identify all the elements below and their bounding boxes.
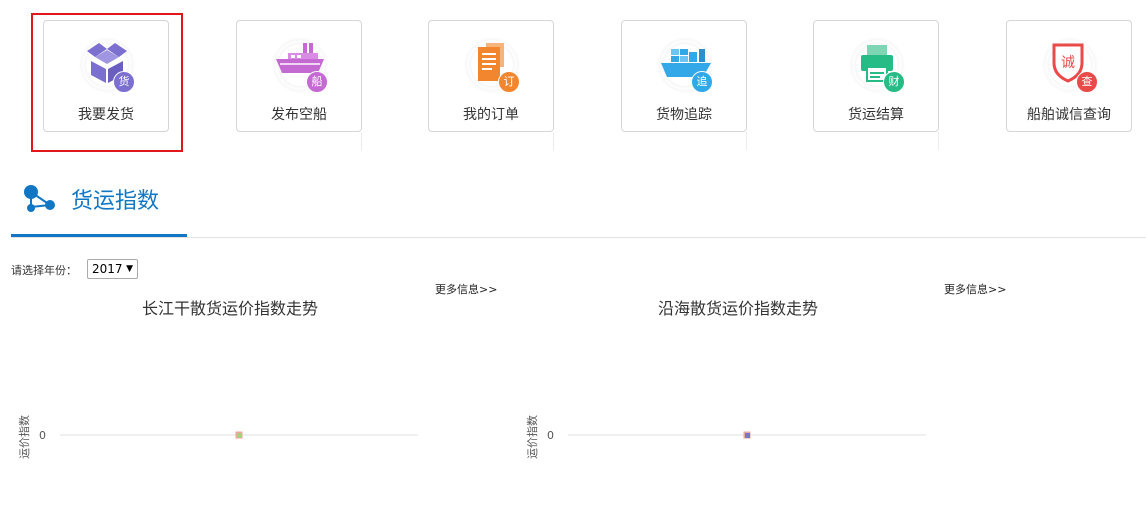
tile-badge: 查 <box>1076 71 1098 93</box>
dropdown-arrow-icon: ▼ <box>126 264 133 274</box>
year-select[interactable]: 2017 ▼ <box>87 259 138 279</box>
tile-publish-empty-ship[interactable]: 船 发布空船 <box>236 20 362 132</box>
tile-badge: 财 <box>883 71 905 93</box>
tile-badge: 订 <box>498 71 520 93</box>
tile-label: 发布空船 <box>271 107 327 123</box>
tile-freight-settlement[interactable]: 财 货运结算 <box>813 20 939 132</box>
shield-search-icon: 诚 查 <box>1042 37 1098 93</box>
y-tick-label: 0 <box>39 429 46 442</box>
cargo-ship-icon: 追 <box>657 37 713 93</box>
tile-ship-credit-query[interactable]: 诚 查 船舶诚信查询 <box>1006 20 1132 132</box>
tile-my-orders[interactable]: 订 我的订单 <box>428 20 554 132</box>
chart-plot: 运价指数 0 <box>525 415 926 459</box>
svg-text:诚: 诚 <box>1061 55 1075 71</box>
data-point-inner <box>237 433 242 438</box>
tile-cargo-tracking[interactable]: 追 货物追踪 <box>621 20 747 132</box>
year-filter-label: 请选择年份： <box>11 264 77 277</box>
tile-label: 船舶诚信查询 <box>1027 107 1111 123</box>
section-tab-underline <box>11 234 187 237</box>
tile-badge: 追 <box>691 71 713 93</box>
tile-badge: 船 <box>306 71 328 93</box>
year-select-value: 2017 <box>92 262 123 276</box>
ship-icon: 船 <box>272 37 328 93</box>
selection-highlight <box>31 13 183 152</box>
section-title: 货运指数 <box>71 189 160 214</box>
data-point-inner <box>745 433 750 438</box>
tile-label: 货物追踪 <box>656 107 712 123</box>
tile-label: 货运结算 <box>848 107 904 123</box>
y-axis-label: 运价指数 <box>17 415 31 459</box>
printer-icon: 财 <box>849 37 905 93</box>
coastal-freight-index-chart: 沿海散货运价指数走势 运价指数 0 <box>518 285 958 485</box>
y-axis-label: 运价指数 <box>525 415 539 459</box>
yangtze-freight-index-chart: 长江干散货运价指数走势 运价指数 0 <box>10 285 450 485</box>
chart-plot: 运价指数 0 <box>17 415 418 459</box>
tile-label: 我的订单 <box>463 107 519 123</box>
section-divider <box>11 237 1146 238</box>
y-tick-label: 0 <box>547 429 554 442</box>
share-nodes-icon <box>24 185 55 212</box>
document-icon: 订 <box>464 37 520 93</box>
